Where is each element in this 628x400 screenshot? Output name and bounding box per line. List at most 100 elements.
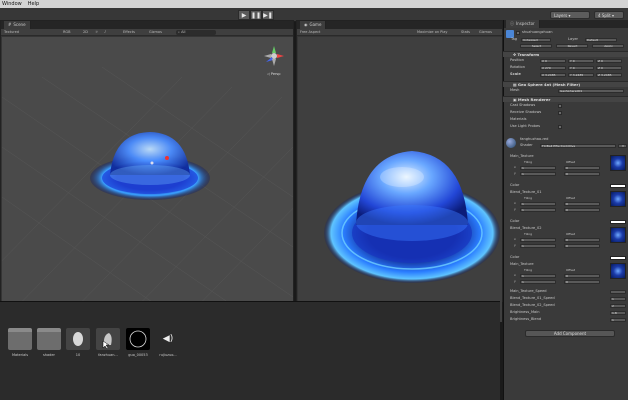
lighting-icon[interactable]: ☼ <box>95 30 98 35</box>
menu-help[interactable]: Help <box>28 0 39 8</box>
mesh-renderer-header[interactable]: ▣ Mesh Renderer <box>503 96 628 102</box>
menu-window[interactable]: Window <box>2 0 22 8</box>
prefab-apply-button[interactable]: Apply <box>592 44 624 48</box>
stats-toggle[interactable]: Stats <box>461 30 470 35</box>
tiling-y-field[interactable]: 1 <box>520 279 556 284</box>
play-controls: ▶ ❚❚ ▶❚ <box>238 10 274 20</box>
position-x-field[interactable]: X 0 <box>540 58 566 63</box>
play-button[interactable]: ▶ <box>238 10 250 20</box>
texture-slot[interactable] <box>610 227 626 243</box>
tiling-x-field[interactable]: 1 <box>520 201 556 206</box>
texture-slot[interactable] <box>610 155 626 171</box>
audio-icon[interactable]: ♪ <box>104 30 106 35</box>
mesh-field[interactable]: GeoSphere001 <box>558 88 624 93</box>
offset-y-field[interactable]: 0 <box>564 207 600 212</box>
scale-y-field[interactable]: Y 3.2485 <box>568 72 594 77</box>
position-z-field[interactable]: Z 0 <box>596 58 622 63</box>
folder-icon <box>8 328 32 350</box>
layout-dropdown[interactable]: 4 Split ▾ <box>594 11 624 19</box>
effects-dropdown[interactable]: Effects <box>123 30 135 35</box>
offset-x-field[interactable]: 0 <box>564 237 600 242</box>
prefab-revert-button[interactable]: Revert <box>556 44 588 48</box>
orientation-gizmo[interactable] <box>263 45 285 67</box>
mesh-filter-header[interactable]: ▦ Geo Sphere 4nt (Mesh Filter) <box>503 81 628 87</box>
aspect-dropdown[interactable]: Free Aspect <box>300 30 320 35</box>
texture-slot[interactable] <box>610 191 626 207</box>
game-tab-icon: ◉ <box>304 22 308 27</box>
game-gizmos-dropdown[interactable]: Gizmos <box>479 30 492 35</box>
tiling-x-field[interactable]: 1 <box>520 273 556 278</box>
toggle-2d-button[interactable]: 2D <box>83 30 88 35</box>
blend-texture-01-speed-field[interactable]: 1 <box>610 296 626 301</box>
render-mode-dropdown[interactable]: RGB <box>63 30 71 35</box>
tiling-x-field[interactable]: 1 <box>520 165 556 170</box>
texture-slot[interactable] <box>610 263 626 279</box>
main-texture-speed-field[interactable] <box>610 289 626 294</box>
asset-item[interactable]: guo_00053 <box>126 328 150 357</box>
tiling-y-field[interactable]: 1 <box>520 207 556 212</box>
tiling-x-field[interactable]: 1 <box>520 237 556 242</box>
offset-y-field[interactable]: 0 <box>564 171 600 176</box>
light-probes-checkbox[interactable] <box>558 124 562 129</box>
shader-dropdown[interactable]: FX/Ball Effect/Additive <box>540 143 616 148</box>
rotation-y-field[interactable]: Y 0 <box>568 65 594 70</box>
maximize-on-play-toggle[interactable]: Maximize on Play <box>417 30 447 35</box>
asset-item[interactable]: ◀) rujiuzuo... <box>156 328 180 357</box>
object-name-field[interactable]: shuzhuangzhuan <box>522 30 553 35</box>
position-y-field[interactable]: Y 0 <box>568 58 594 63</box>
shading-mode-dropdown[interactable]: Textured <box>4 30 19 35</box>
brightness-main-field[interactable]: 1.8 <box>610 310 626 315</box>
offset-x-field[interactable]: 0 <box>564 201 600 206</box>
inspector-tab-icon: ⓘ <box>510 21 514 26</box>
tab-game[interactable]: ◉ Game <box>300 21 327 29</box>
color-swatch[interactable] <box>610 184 626 188</box>
color-swatch[interactable] <box>610 256 626 260</box>
cast-shadows-checkbox[interactable] <box>558 103 562 108</box>
mesh-icon <box>66 328 90 350</box>
offset-y-field[interactable]: 0 <box>564 279 600 284</box>
pause-icon: ❚❚ <box>250 11 262 19</box>
offset-x-field[interactable]: 0 <box>564 273 600 278</box>
game-viewport[interactable] <box>298 37 502 322</box>
offset-y-field[interactable]: 0 <box>564 243 600 248</box>
folder-icon <box>37 328 61 350</box>
tab-scene[interactable]: # Scene <box>4 21 31 29</box>
prefab-select-button[interactable]: Select <box>520 44 552 48</box>
audio-icon: ◀) <box>162 334 174 344</box>
persp-label[interactable]: ◁ Persp <box>267 72 280 76</box>
transform-header[interactable]: ✥ Transform <box>503 51 628 57</box>
layers-dropdown[interactable]: Layers ▾ <box>550 11 590 19</box>
rotation-x-field[interactable]: X 270 <box>540 65 566 70</box>
asset-item[interactable]: Materials <box>8 328 32 357</box>
color-swatch[interactable] <box>610 220 626 224</box>
scene-search-input[interactable]: ⌕ All <box>176 30 216 35</box>
blend-texture-02-speed-field[interactable]: 2 <box>610 303 626 308</box>
tag-dropdown[interactable]: Untagged <box>521 37 551 42</box>
project-panel: Materials shader 10 fanzhuan... guo_0005… <box>0 301 500 400</box>
tiling-y-field[interactable]: 1 <box>520 171 556 176</box>
layer-dropdown[interactable]: Default <box>585 37 617 42</box>
rotation-z-field[interactable]: Z 0 <box>596 65 622 70</box>
offset-x-field[interactable]: 0 <box>564 165 600 170</box>
material-preview-icon <box>506 138 516 148</box>
asset-item[interactable]: 10 <box>66 328 90 357</box>
tiling-y-field[interactable]: 1 <box>520 243 556 248</box>
receive-shadows-checkbox[interactable] <box>558 110 562 115</box>
brightness-blend-field[interactable]: 1 <box>610 317 626 322</box>
tab-inspector[interactable]: ⓘ Inspector <box>506 20 540 28</box>
scene-gizmos-dropdown[interactable]: Gizmos <box>149 30 162 35</box>
search-icon: ⌕ <box>178 30 180 34</box>
mesh-renderer-icon: ▣ <box>513 97 517 102</box>
scale-x-field[interactable]: X 3.2485 <box>540 72 566 77</box>
step-button[interactable]: ▶❚ <box>262 10 274 20</box>
asset-item[interactable]: shader <box>37 328 61 357</box>
scene-viewport[interactable] <box>2 37 293 322</box>
game-toolbar: Free Aspect Maximize on Play Stats Gizmo… <box>297 29 502 36</box>
scene-toolbar: Textured RGB 2D ☼ ♪ Effects Gizmos ⌕ All <box>1 29 293 36</box>
add-component-button[interactable]: Add Component <box>525 330 615 337</box>
scale-z-field[interactable]: Z 3.2485 <box>596 72 622 77</box>
persp-icon: ◁ <box>267 72 270 76</box>
shader-edit-button[interactable]: ▾ <box>618 143 627 148</box>
active-checkbox[interactable] <box>516 31 520 35</box>
pause-button[interactable]: ❚❚ <box>250 10 262 20</box>
